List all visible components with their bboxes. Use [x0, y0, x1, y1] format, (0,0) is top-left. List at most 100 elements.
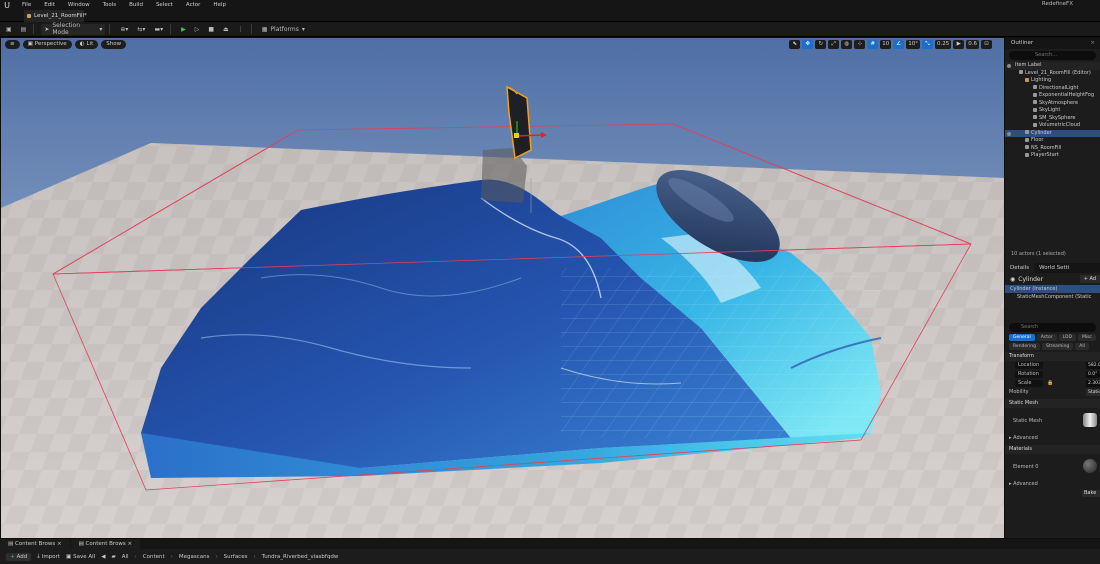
camera-speed-icon[interactable]: ▶ — [953, 40, 965, 49]
tab-world-settings[interactable]: World Setti — [1034, 263, 1074, 273]
materials-section[interactable]: Materials — [1005, 445, 1100, 454]
save-icon[interactable]: ▣ — [3, 24, 15, 35]
bake-button[interactable]: Bake — [1082, 490, 1100, 497]
import-button[interactable]: ⤓ Import — [37, 553, 60, 560]
unreal-logo-icon[interactable]: U — [0, 0, 14, 10]
menu-select[interactable]: Select — [156, 2, 173, 8]
tab-details[interactable]: Details — [1005, 263, 1035, 273]
level-tab[interactable]: Level_21_RoomFill* — [24, 10, 87, 22]
selection-mode-dropdown[interactable]: ➤ Selection Mode ▾ — [41, 22, 106, 36]
tree-item-ns-roomfill[interactable]: NS_RoomFill — [1005, 145, 1100, 153]
camera-speed-value[interactable]: 0.6 — [966, 40, 979, 49]
breadcrumb-content[interactable]: Content — [143, 554, 165, 560]
blueprint-icon[interactable]: ⇆▾ — [134, 24, 148, 35]
folder-icon[interactable]: ▰ — [111, 554, 115, 560]
menu-window[interactable]: Window — [68, 2, 90, 8]
add-component-button[interactable]: + Ad — [1079, 275, 1100, 283]
translate-tool-icon[interactable]: ✥ — [802, 40, 814, 49]
component-instance[interactable]: Cylinder (Instance) — [1005, 285, 1100, 293]
grid-snap-icon[interactable]: # — [867, 40, 879, 49]
play-options-icon[interactable]: ⋮ — [235, 24, 247, 35]
advanced-row[interactable]: ▸ Advanced — [1005, 434, 1100, 443]
component-static-mesh[interactable]: StaticMeshComponent (Static — [1005, 293, 1100, 301]
tree-item-lighting[interactable]: Lighting — [1005, 77, 1100, 85]
lock-icon[interactable]: 🔒 — [1047, 379, 1053, 388]
play-icon[interactable]: ▶ — [178, 24, 189, 35]
outliner-search-input[interactable]: Search... — [1009, 51, 1096, 60]
filter-streaming[interactable]: Streaming — [1041, 343, 1074, 350]
breadcrumb-megascans[interactable]: Megascans — [179, 554, 210, 560]
filter-rendering[interactable]: Rendering — [1009, 343, 1040, 350]
content-browser-tab-2[interactable]: ▤ Content Brows × — [70, 539, 141, 549]
scale-tool-icon[interactable]: ⤢ — [828, 40, 840, 49]
history-back-icon[interactable]: ◀ — [101, 554, 105, 560]
level-viewport[interactable]: ≡ ▣ Perspective ◐ Lit Show ⬉ ✥ ↻ ⤢ ◍ ⊹ #… — [1, 38, 1004, 538]
filter-general[interactable]: General — [1009, 334, 1035, 341]
eject-icon[interactable]: ⏏ — [220, 24, 232, 35]
visibility-icon[interactable] — [1007, 131, 1011, 136]
location-dropdown[interactable]: Location — [1015, 362, 1043, 369]
rotation-dropdown[interactable]: Rotation — [1015, 371, 1043, 378]
tree-item-cylinder[interactable]: Cylinder — [1005, 129, 1100, 137]
tree-item-directional-light[interactable]: DirectionalLight — [1005, 85, 1100, 93]
scene-render[interactable] — [1, 38, 1004, 538]
filter-all[interactable]: All — [1075, 343, 1089, 350]
lit-button[interactable]: ◐ Lit — [74, 40, 99, 49]
step-icon[interactable]: ▷ — [192, 24, 203, 35]
save-all-button[interactable]: ▣ Save All — [66, 554, 95, 560]
menu-actor[interactable]: Actor — [186, 2, 200, 8]
show-button[interactable]: Show — [101, 40, 127, 49]
browse-icon[interactable]: ▤ — [18, 24, 30, 35]
material-thumbnail[interactable] — [1083, 459, 1097, 473]
menu-tools[interactable]: Tools — [103, 2, 117, 8]
surface-snap-icon[interactable]: ⊹ — [854, 40, 866, 49]
breadcrumb-tundra[interactable]: Tundra_Riverbed_viasbfqdw — [262, 554, 339, 560]
advanced-row-2[interactable]: ▸ Advanced — [1005, 480, 1100, 489]
select-tool-icon[interactable]: ⬉ — [789, 40, 801, 49]
add-actor-icon[interactable]: ⊕▾ — [117, 24, 131, 35]
tree-item-sky-sphere[interactable]: SM_SkySphere — [1005, 115, 1100, 123]
tree-item-sky-atmosphere[interactable]: SkyAtmosphere — [1005, 100, 1100, 108]
mobility-static-button[interactable]: Static — [1086, 389, 1100, 396]
cinematics-icon[interactable]: ▬▾ — [151, 24, 166, 35]
content-browser-tab-1[interactable]: ▤ Content Brows × — [0, 539, 70, 549]
stop-icon[interactable]: ■ — [205, 24, 217, 35]
perspective-button[interactable]: ▣ Perspective — [22, 40, 72, 49]
angle-snap-icon[interactable]: ∠ — [893, 40, 905, 49]
platforms-dropdown[interactable]: ▦ Platforms ▾ — [259, 24, 308, 35]
rotation-x-field[interactable]: 0.0° — [1086, 371, 1100, 378]
rotate-tool-icon[interactable]: ↻ — [815, 40, 827, 49]
viewport-options-button[interactable]: ≡ — [5, 40, 20, 49]
cylinder-mesh-thumbnail[interactable] — [1083, 413, 1097, 427]
transform-section[interactable]: Transform — [1005, 352, 1100, 361]
filter-misc[interactable]: Misc — [1077, 334, 1096, 341]
tree-item-floor[interactable]: Floor — [1005, 137, 1100, 145]
breadcrumb-all[interactable]: All — [122, 554, 129, 560]
menu-help[interactable]: Help — [213, 2, 226, 8]
tree-item-world[interactable]: Level_21_RoomFill (Editor) — [1005, 70, 1100, 78]
filter-actor[interactable]: Actor — [1036, 334, 1057, 341]
maximize-icon[interactable]: ⊡ — [981, 40, 992, 49]
tree-item-sky-light[interactable]: SkyLight — [1005, 107, 1100, 115]
breadcrumb-surfaces[interactable]: Surfaces — [224, 554, 248, 560]
scale-snap-value[interactable]: 0.25 — [935, 40, 952, 49]
outliner-tab[interactable]: Outliner × — [1005, 38, 1100, 49]
actor-name[interactable]: Cylinder — [1018, 276, 1043, 283]
details-search-input[interactable]: Search — [1009, 323, 1096, 332]
filter-lod[interactable]: LOD — [1058, 334, 1076, 341]
location-x-field[interactable]: 582.0 — [1086, 362, 1100, 369]
angle-snap-value[interactable]: 10° — [906, 40, 920, 49]
scale-snap-icon[interactable]: ⤡ — [922, 40, 933, 49]
grid-snap-value[interactable]: 10 — [880, 40, 892, 49]
scale-x-field[interactable]: 2.303 — [1086, 380, 1100, 387]
tree-item-player-start[interactable]: PlayerStart — [1005, 152, 1100, 160]
add-button[interactable]: + Add — [6, 552, 32, 561]
world-space-icon[interactable]: ◍ — [841, 40, 853, 49]
tree-item-volumetric-cloud[interactable]: VolumetricCloud — [1005, 122, 1100, 130]
close-icon[interactable]: × — [1090, 38, 1095, 49]
outliner-column-header[interactable]: Item Label — [1005, 62, 1100, 70]
scale-dropdown[interactable]: Scale — [1015, 380, 1043, 387]
menu-edit[interactable]: Edit — [44, 2, 55, 8]
static-mesh-section[interactable]: Static Mesh — [1005, 399, 1100, 408]
tree-item-fog[interactable]: ExponentialHeightFog — [1005, 92, 1100, 100]
